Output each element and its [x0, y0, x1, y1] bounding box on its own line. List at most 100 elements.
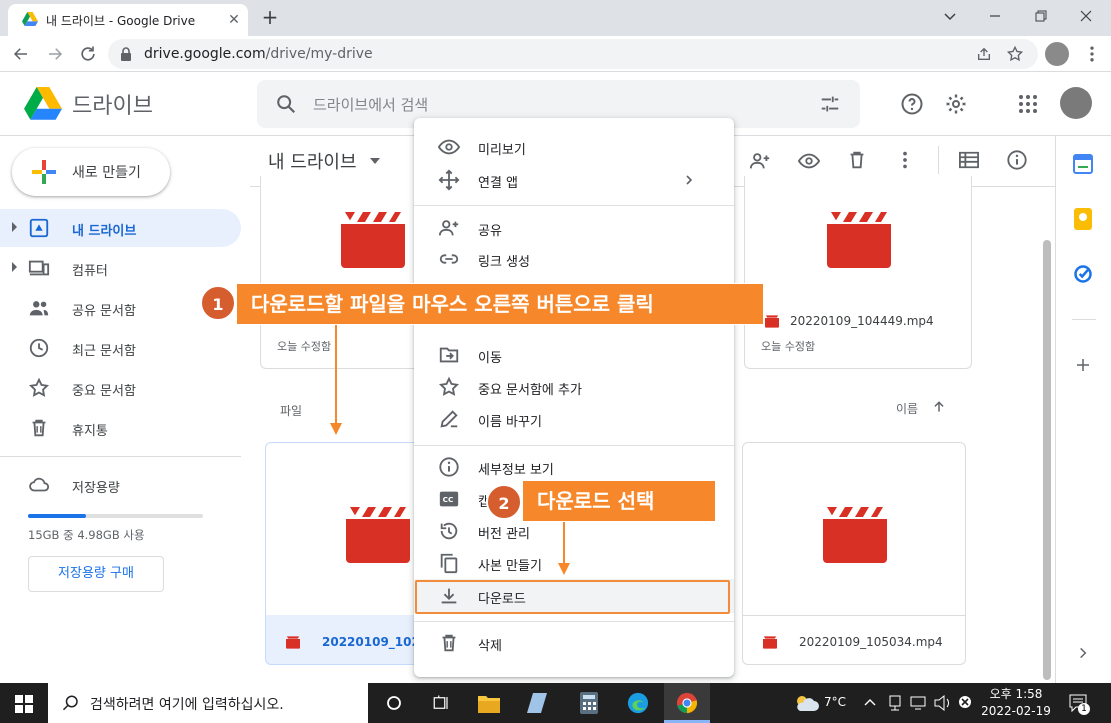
sidebar-item-computers[interactable]: 컴퓨터 [0, 249, 241, 287]
windows-start-icon[interactable] [15, 695, 33, 713]
url-path: /drive/my-drive [265, 46, 373, 62]
file-name: 20220109_105034.mp4 [799, 635, 943, 649]
windows-taskbar: 검색하려면 여기에 입력하십시오. 7°C 오후 1:58 2022-02-19… [0, 683, 1111, 723]
tab-close-icon[interactable]: ✕ [226, 12, 242, 28]
lock-icon[interactable] [120, 47, 132, 61]
display-tray-icon[interactable] [910, 695, 926, 711]
my-drive-title-dropdown[interactable]: 내 드라이브 [262, 144, 386, 176]
edge-browser-icon[interactable] [615, 683, 661, 723]
file-card[interactable]: 20220109_104449.mp4 오늘 수정함 [744, 176, 972, 369]
history-icon [440, 522, 458, 540]
side-panel [1055, 136, 1111, 683]
step2-callout: 다운로드 선택 [522, 480, 716, 522]
weather-cloud-icon[interactable] [792, 694, 820, 712]
share-page-icon[interactable] [976, 46, 992, 62]
menu-item-label: 삭제 [478, 639, 502, 654]
preview-eye-icon[interactable] [797, 150, 821, 172]
menu-item-open-with[interactable]: 연결 앱 [414, 164, 734, 196]
ime-tray-icon[interactable] [958, 695, 972, 709]
menu-item-add-starred[interactable]: 중요 문서함에 추가 [414, 371, 734, 403]
taskbar-clock[interactable]: 오후 1:58 2022-02-19 [976, 686, 1056, 720]
back-icon[interactable] [12, 45, 30, 63]
browser-tab[interactable]: 내 드라이브 - Google Drive ✕ [8, 4, 248, 36]
menu-item-label: 공유 [478, 224, 502, 239]
keep-icon[interactable] [1074, 208, 1092, 230]
card-divider [743, 615, 965, 616]
profile-avatar[interactable] [1045, 42, 1069, 66]
menu-item-remove[interactable]: 삭제 [414, 627, 734, 659]
calculator-app-icon[interactable] [566, 683, 612, 723]
settings-gear-icon[interactable] [944, 92, 968, 116]
task-view-icon[interactable] [371, 683, 417, 723]
drive-logo-text[interactable]: 드라이브 [72, 88, 153, 120]
taskbar-search-input[interactable]: 검색하려면 여기에 입력하십시오. [90, 694, 284, 714]
menu-item-preview[interactable]: 미리보기 [414, 131, 734, 163]
details-info-icon[interactable] [1006, 149, 1028, 171]
trash-icon [32, 419, 46, 437]
step2-arrow [558, 522, 570, 575]
sidebar-item-starred[interactable]: 중요 문서함 [0, 369, 241, 407]
delete-trash-icon[interactable] [846, 149, 868, 171]
share-person-add-icon[interactable] [748, 150, 772, 172]
help-icon[interactable] [900, 92, 924, 116]
page-title: 내 드라이브 [268, 152, 357, 173]
minimize-icon[interactable] [980, 4, 1010, 28]
clock-icon [29, 338, 49, 358]
menu-divider [414, 621, 734, 622]
restore-icon[interactable] [1026, 4, 1056, 28]
window-dropdown-icon[interactable] [935, 4, 965, 28]
add-addon-icon[interactable] [1074, 356, 1092, 374]
menu-item-make-copy[interactable]: 사본 만들기 [414, 547, 734, 579]
forward-icon[interactable] [46, 45, 64, 63]
chevron-right-icon[interactable] [1076, 646, 1090, 660]
menu-item-details[interactable]: 세부정보 보기 [414, 451, 734, 483]
show-hidden-icons-chevron-icon[interactable] [864, 697, 876, 707]
buy-storage-button[interactable]: 저장용량 구매 [28, 556, 164, 592]
more-actions-icon[interactable] [894, 149, 916, 171]
sidebar-item-trash[interactable]: 휴지통 [0, 409, 241, 447]
list-view-icon[interactable] [958, 150, 980, 170]
menu-item-get-link[interactable]: 링크 생성 [414, 243, 734, 275]
notepad-app-icon[interactable] [514, 683, 560, 723]
reload-icon[interactable] [78, 44, 98, 64]
sidebar-item-storage[interactable]: 저장용량 [0, 466, 241, 504]
calendar-icon[interactable] [1073, 154, 1093, 174]
scrollbar-thumb[interactable] [1043, 240, 1051, 680]
new-button[interactable]: 새로 만들기 [12, 148, 170, 196]
bookmark-star-icon[interactable] [1006, 45, 1024, 63]
pencil-icon [440, 410, 458, 428]
sidebar-item-recent[interactable]: 최근 문서함 [0, 329, 241, 367]
file-explorer-icon[interactable] [466, 683, 512, 723]
storage-usage-text: 15GB 중 4.98GB 사용 [28, 528, 145, 542]
menu-item-share[interactable]: 공유 [414, 212, 734, 244]
apps-grid-icon[interactable] [1016, 92, 1040, 116]
account-avatar[interactable] [1060, 87, 1092, 119]
notification-center-icon[interactable]: 1 [1068, 693, 1090, 715]
tasks-icon[interactable] [1073, 264, 1093, 284]
search-input[interactable]: 드라이브에서 검색 [313, 94, 428, 115]
expand-caret-icon[interactable] [12, 222, 17, 232]
network-tray-icon[interactable] [888, 695, 902, 711]
taskbar-app-icon[interactable] [418, 683, 464, 723]
address-bar[interactable]: drive.google.com/drive/my-drive [108, 39, 1038, 69]
menu-kebab-icon[interactable] [1082, 44, 1102, 64]
weather-temperature[interactable]: 7°C [824, 695, 846, 709]
taskbar-search-box[interactable]: 검색하려면 여기에 입력하십시오. [48, 683, 368, 723]
file-card[interactable]: 20220109_105034.mp4 [742, 442, 966, 665]
chrome-browser-icon[interactable] [664, 683, 710, 723]
volume-icon[interactable] [934, 695, 952, 711]
menu-item-move[interactable]: 이동 [414, 339, 734, 371]
sidebar-item-label: 내 드라이브 [72, 224, 137, 239]
sidebar-item-my-drive[interactable]: 내 드라이브 [0, 209, 241, 247]
close-window-icon[interactable] [1071, 4, 1101, 28]
sort-arrow-up-icon[interactable] [932, 400, 946, 414]
new-tab-button[interactable]: + [258, 6, 282, 30]
sort-by-name-button[interactable]: 이름 [896, 400, 918, 417]
info-icon [439, 457, 459, 477]
search-icon[interactable] [275, 93, 297, 115]
expand-caret-icon[interactable] [12, 262, 17, 272]
link-icon [439, 254, 459, 264]
search-options-icon[interactable] [819, 93, 841, 115]
drive-logo-icon[interactable] [24, 87, 62, 121]
menu-item-rename[interactable]: 이름 바꾸기 [414, 403, 734, 435]
